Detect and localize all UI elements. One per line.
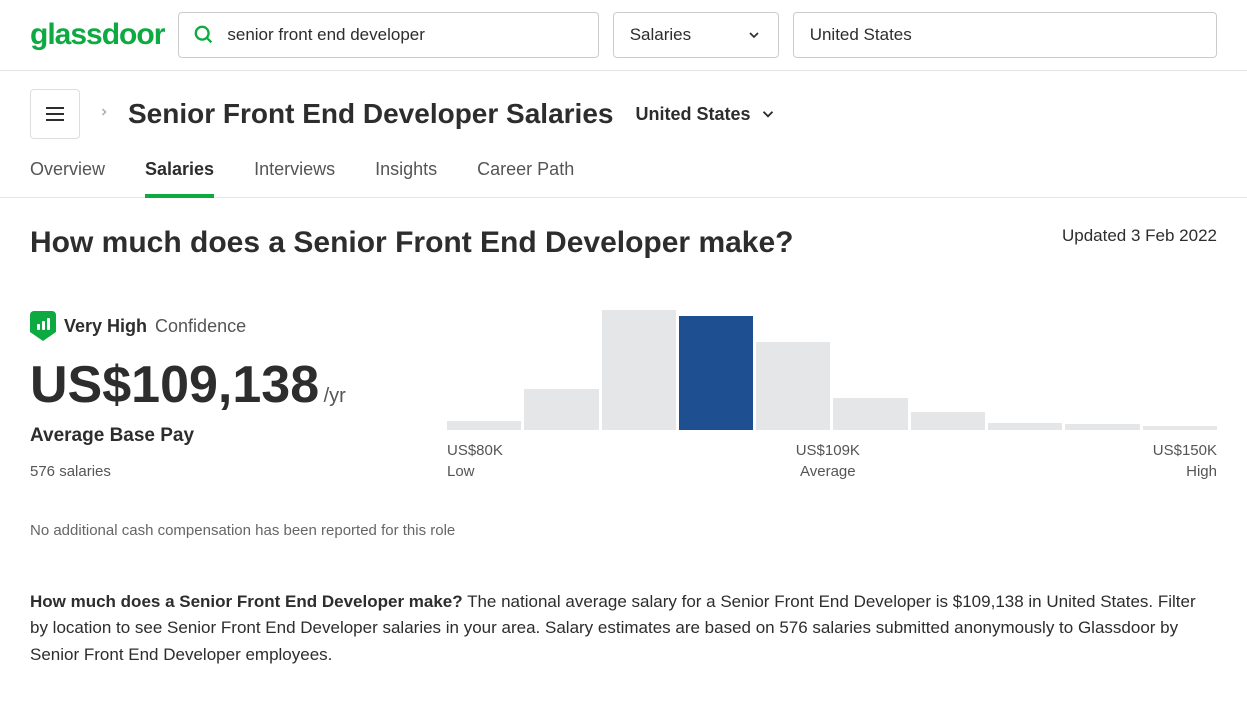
tab-overview[interactable]: Overview — [30, 159, 105, 197]
chart-bar — [756, 342, 830, 430]
category-value: Salaries — [630, 25, 691, 45]
chart-bar — [911, 412, 985, 430]
confidence-level: Very High — [64, 316, 147, 337]
subheader: Senior Front End Developer Salaries Unit… — [0, 71, 1247, 139]
chart-bar — [833, 398, 907, 430]
logo[interactable]: glassdoor — [30, 18, 164, 52]
confidence-word: Confidence — [155, 316, 246, 337]
header: glassdoor senior front end developer Sal… — [0, 0, 1247, 71]
chart-high-value: US$150K — [1153, 442, 1217, 459]
compensation-note: No additional cash compensation has been… — [30, 522, 1217, 539]
content: How much does a Senior Front End Develop… — [0, 198, 1247, 696]
chart-bar — [447, 421, 521, 430]
chart-bar — [524, 389, 598, 430]
chevron-down-icon — [746, 27, 762, 43]
updated-date: Updated 3 Feb 2022 — [1062, 226, 1217, 246]
tab-interviews[interactable]: Interviews — [254, 159, 335, 197]
shield-icon — [30, 311, 56, 341]
search-icon — [193, 24, 215, 46]
location-dropdown-label: United States — [635, 104, 750, 125]
category-select[interactable]: Salaries — [613, 12, 779, 58]
chart-avg-word: Average — [796, 463, 860, 480]
chart-low-value: US$80K — [447, 442, 503, 459]
salary-count: 576 salaries — [30, 463, 346, 480]
question-title: How much does a Senior Front End Develop… — [30, 226, 794, 260]
tab-insights[interactable]: Insights — [375, 159, 437, 197]
chart-bar — [602, 310, 676, 430]
hamburger-icon — [43, 102, 67, 126]
location-dropdown[interactable]: United States — [635, 104, 776, 125]
description-question: How much does a Senior Front End Develop… — [30, 592, 463, 611]
tab-career-path[interactable]: Career Path — [477, 159, 574, 197]
search-value: senior front end developer — [227, 25, 425, 45]
description: How much does a Senior Front End Develop… — [30, 589, 1217, 668]
tabs: Overview Salaries Interviews Insights Ca… — [0, 139, 1247, 198]
chart-bar — [1143, 426, 1217, 430]
chevron-down-icon — [759, 105, 777, 123]
search-input[interactable]: senior front end developer — [178, 12, 598, 58]
salary-amount-row: US$109,138 /yr — [30, 359, 346, 411]
salary-unit: /yr — [324, 385, 346, 407]
salary-distribution-chart: US$80K Low US$109K Average US$150K High — [447, 310, 1217, 480]
page-title: Senior Front End Developer Salaries — [128, 98, 613, 130]
chart-avg-value: US$109K — [796, 442, 860, 459]
chevron-right-icon — [98, 106, 110, 118]
location-input[interactable]: United States — [793, 12, 1217, 58]
location-value: United States — [810, 25, 912, 45]
breadcrumb-chevron — [98, 105, 110, 123]
chart-low-word: Low — [447, 463, 503, 480]
tab-salaries[interactable]: Salaries — [145, 159, 214, 198]
chart-bar — [988, 423, 1062, 430]
chart-bar — [679, 316, 753, 430]
chart-bar — [1065, 424, 1139, 430]
chart-high-word: High — [1153, 463, 1217, 480]
confidence-badge: Very High Confidence — [30, 311, 346, 341]
average-base-pay-label: Average Base Pay — [30, 425, 346, 447]
salary-amount: US$109,138 — [30, 356, 319, 414]
menu-button[interactable] — [30, 89, 80, 139]
